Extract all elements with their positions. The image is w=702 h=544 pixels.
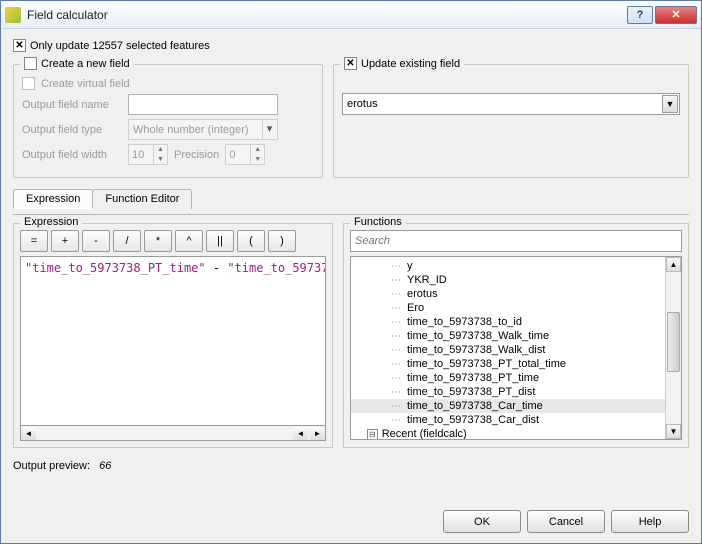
operator-button-x[interactable]: - [82, 230, 110, 252]
existing-field-combo[interactable]: erotus ▼ [342, 93, 680, 115]
output-field-width-label: Output field width [22, 149, 122, 161]
only-update-selected-label: Only update 12557 selected features [30, 40, 210, 52]
operator-button-x[interactable]: = [20, 230, 48, 252]
update-existing-field-checkbox[interactable] [344, 57, 357, 70]
operator-button-x[interactable]: ( [237, 230, 265, 252]
titlebar-help-button[interactable]: ? [627, 6, 653, 24]
titlebar-close-button[interactable]: ✕ [655, 6, 697, 24]
scroll-right-icon[interactable]: ► [310, 427, 325, 440]
functions-group: Functions yYKR_IDerotusErotime_to_597373… [343, 223, 689, 448]
expression-textarea[interactable]: "time_to_5973738_PT_time" - "time_to_597… [20, 256, 326, 426]
precision-label: Precision [174, 149, 219, 161]
tree-item[interactable]: erotus [351, 287, 681, 301]
operator-button-x[interactable]: ^ [175, 230, 203, 252]
app-icon [5, 7, 21, 23]
expression-hscroll[interactable]: ◄ ◄ ► [20, 426, 326, 441]
tree-group-recent[interactable]: Recent (fieldcalc) [351, 427, 681, 439]
precision-value [226, 149, 250, 161]
functions-search-input[interactable] [350, 230, 682, 252]
scroll-up-icon[interactable]: ▲ [666, 257, 681, 272]
create-new-field-checkbox[interactable] [24, 57, 37, 70]
operator-button-x[interactable]: / [113, 230, 141, 252]
precision-spin: ▲▼ [225, 144, 265, 165]
window-title: Field calculator [27, 8, 621, 22]
help-button[interactable]: Help [611, 510, 689, 533]
output-field-type-combo: Whole number (integer) ▾ [128, 119, 278, 140]
functions-tree[interactable]: yYKR_IDerotusErotime_to_5973738_to_idtim… [350, 256, 682, 440]
update-existing-field-group: Update existing field erotus ▼ [333, 64, 689, 178]
output-field-type-value: Whole number (integer) [133, 124, 249, 136]
tree-item[interactable]: time_to_5973738_PT_total_time [351, 357, 681, 371]
functions-vscroll[interactable]: ▲ ▼ [665, 257, 681, 439]
output-preview-value: 66 [99, 460, 111, 472]
update-existing-field-legend: Update existing field [361, 58, 460, 70]
chevron-down-icon[interactable]: ▼ [662, 95, 678, 113]
scroll-right-icon[interactable]: ◄ [293, 427, 308, 440]
output-field-name-input [128, 94, 278, 115]
tab-function-editor[interactable]: Function Editor [92, 189, 192, 209]
create-virtual-field-checkbox [22, 77, 35, 90]
functions-group-label: Functions [350, 216, 406, 228]
tree-item[interactable]: YKR_ID [351, 273, 681, 287]
create-new-field-legend: Create a new field [41, 58, 130, 70]
output-field-width-value [129, 149, 153, 161]
operator-button-xx[interactable]: || [206, 230, 234, 252]
tree-item[interactable]: Ero [351, 301, 681, 315]
cancel-button[interactable]: Cancel [527, 510, 605, 533]
only-update-selected-checkbox[interactable] [13, 39, 26, 52]
field-calculator-window: Field calculator ? ✕ Only update 12557 s… [0, 0, 702, 544]
titlebar[interactable]: Field calculator ? ✕ [1, 1, 701, 29]
operator-button-x[interactable]: * [144, 230, 172, 252]
scroll-left-icon[interactable]: ◄ [21, 427, 36, 440]
chevron-down-icon: ▾ [262, 120, 276, 139]
output-field-name-label: Output field name [22, 99, 122, 111]
existing-field-value: erotus [347, 98, 378, 110]
tree-item[interactable]: time_to_5973738_Walk_time [351, 329, 681, 343]
expression-group-label: Expression [20, 216, 82, 228]
tree-item[interactable]: time_to_5973738_PT_dist [351, 385, 681, 399]
scroll-thumb[interactable] [667, 312, 680, 372]
operator-button-x[interactable]: ) [268, 230, 296, 252]
tree-item[interactable]: time_to_5973738_Car_time [351, 399, 681, 413]
tab-expression[interactable]: Expression [13, 189, 93, 209]
tree-item[interactable]: time_to_5973738_Car_dist [351, 413, 681, 427]
tree-item[interactable]: time_to_5973738_PT_time [351, 371, 681, 385]
create-virtual-field-label: Create virtual field [41, 78, 130, 90]
create-new-field-group: Create a new field Create virtual field … [13, 64, 323, 178]
scroll-down-icon[interactable]: ▼ [666, 424, 681, 439]
tree-item[interactable]: time_to_5973738_Walk_dist [351, 343, 681, 357]
output-preview-label: Output preview: [13, 460, 90, 472]
expression-group: Expression =+-/*^||() "time_to_5973738_P… [13, 223, 333, 448]
output-field-width-spin: ▲▼ [128, 144, 168, 165]
ok-button[interactable]: OK [443, 510, 521, 533]
operator-button-x[interactable]: + [51, 230, 79, 252]
tree-item[interactable]: time_to_5973738_to_id [351, 315, 681, 329]
tree-item[interactable]: y [351, 259, 681, 273]
output-field-type-label: Output field type [22, 124, 122, 136]
